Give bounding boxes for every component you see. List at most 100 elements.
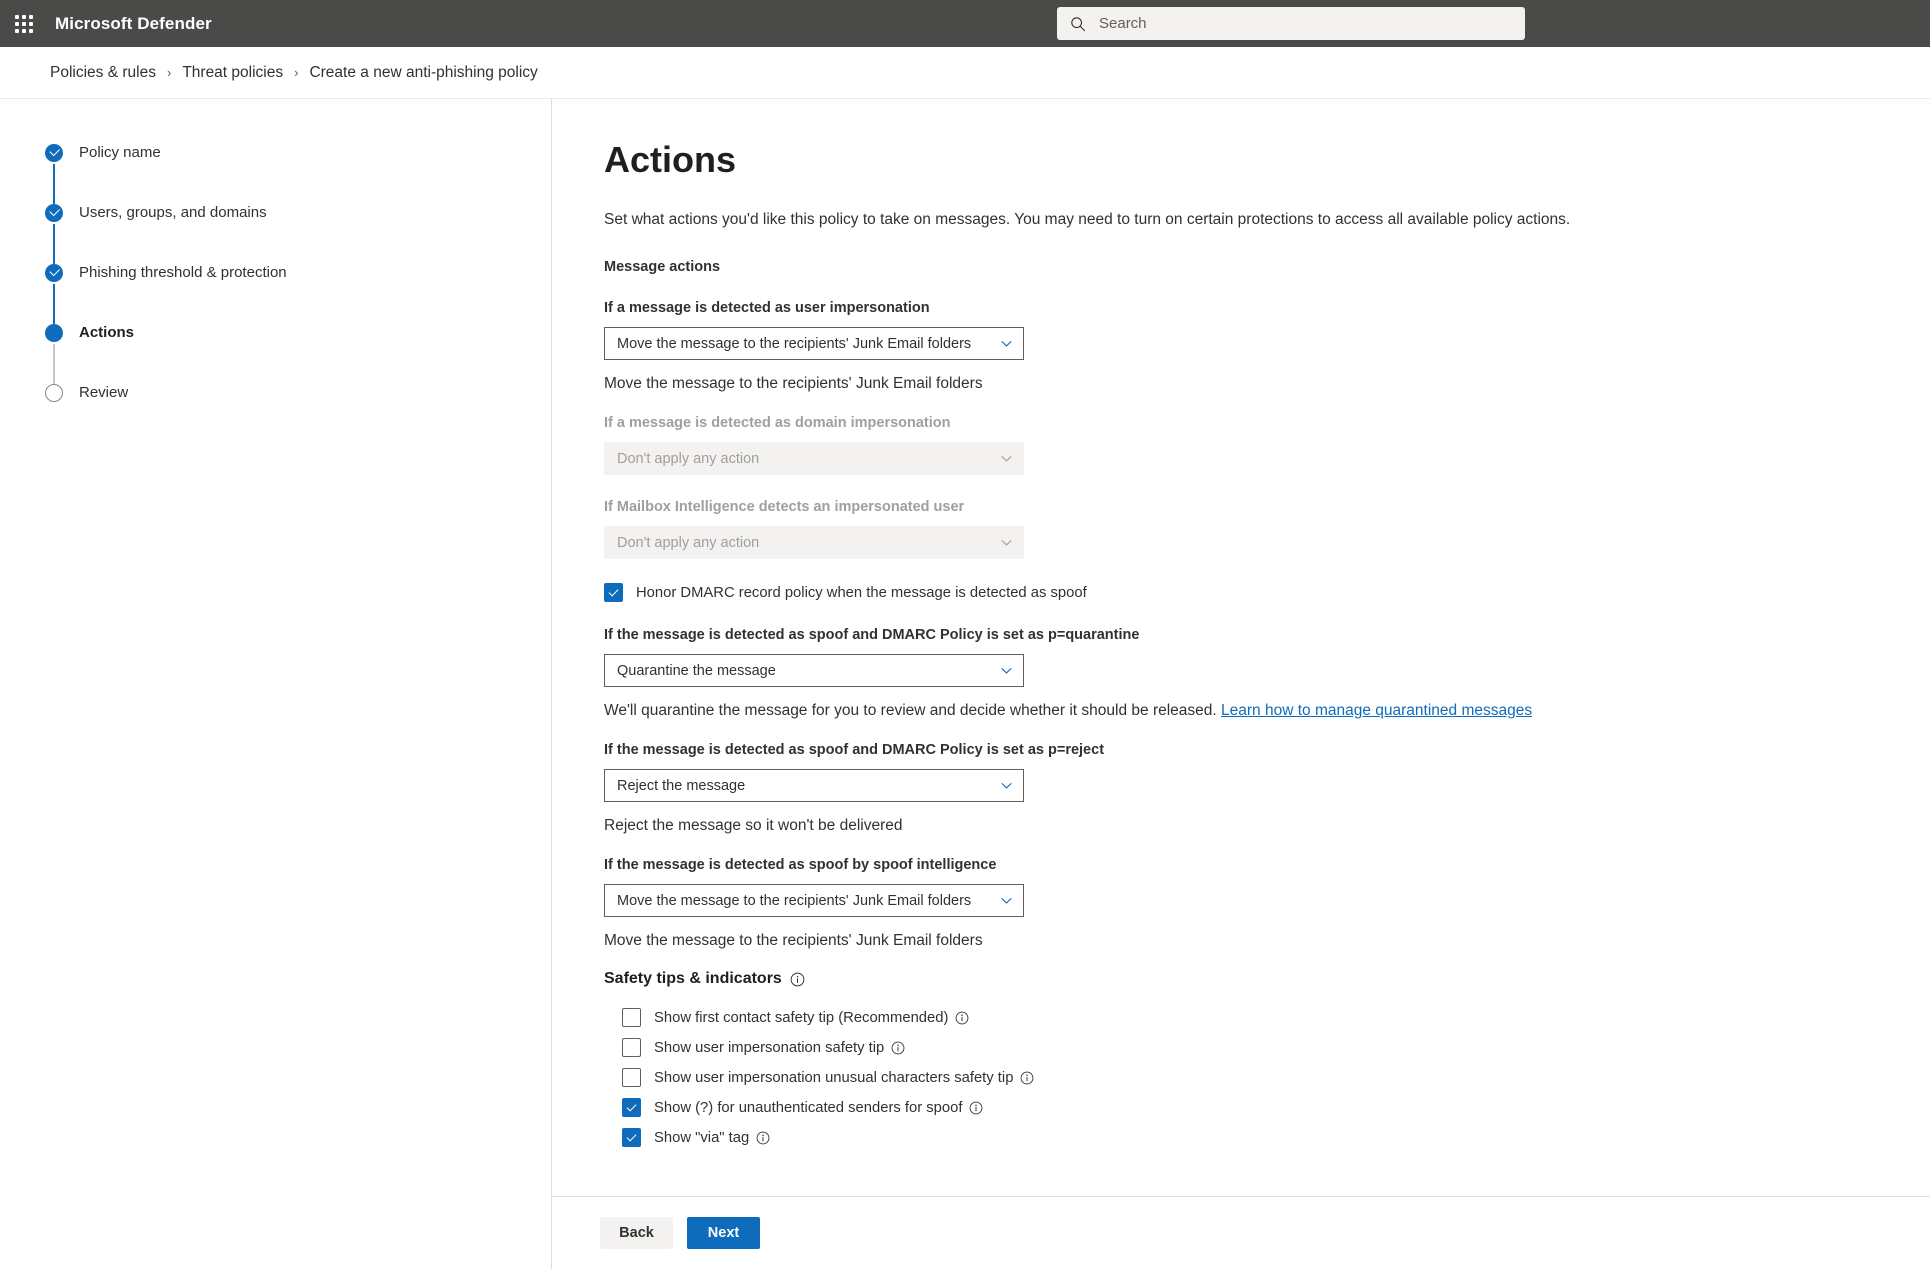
wizard-step-label: Actions [79,324,135,341]
safety-tip-via-tag-checkbox[interactable] [622,1128,641,1147]
field-label: If a message is detected as user imperso… [604,300,930,316]
safety-tip-unauthenticated-senders-checkbox[interactable] [622,1098,641,1117]
safety-tip-via-tag-row[interactable]: Show "via" tag [622,1128,1930,1147]
info-icon[interactable] [1020,1071,1034,1085]
domain-impersonation-dropdown: Don't apply any action [604,442,1024,475]
page-title: Actions [604,139,737,180]
user-impersonation-hint: Move the message to the recipients' Junk… [604,375,983,392]
safety-tip-first-contact-checkbox[interactable] [622,1008,641,1027]
breadcrumb-item-threat-policies[interactable]: Threat policies [182,64,283,82]
field-dmarc-reject: If the message is detected as spoof and … [604,740,1930,837]
safety-tip-user-impersonation-row[interactable]: Show user impersonation safety tip [622,1038,1930,1057]
safety-tips-heading-label: Safety tips & indicators [604,970,782,987]
search-input[interactable] [1097,14,1513,33]
breadcrumb: Policies & rules › Threat policies › Cre… [0,47,1930,99]
spoof-intelligence-dropdown[interactable]: Move the message to the recipients' Junk… [604,884,1024,917]
dropdown-value: Don't apply any action [617,450,760,467]
wizard-step-users-groups-domains[interactable]: Users, groups, and domains [45,204,551,264]
info-icon[interactable] [891,1041,905,1055]
safety-tips-heading: Safety tips & indicators [604,970,1930,988]
step-connector [53,344,55,384]
step-complete-icon [45,264,63,282]
breadcrumb-item-policies-rules[interactable]: Policies & rules [50,64,156,82]
step-connector [53,164,55,204]
info-icon[interactable] [955,1011,969,1025]
page-description: Set what actions you'd like this policy … [604,211,1571,228]
info-icon[interactable] [790,972,805,987]
field-label: If the message is detected as spoof and … [604,742,1105,758]
app-launcher-button[interactable] [0,0,47,47]
info-icon[interactable] [756,1131,770,1145]
dropdown-value: Quarantine the message [617,662,776,679]
breadcrumb-item-current: Create a new anti-phishing policy [309,63,538,81]
step-complete-icon [45,204,63,222]
main-content: Actions Set what actions you'd like this… [552,99,1930,1269]
wizard-footer: Back Next [552,1196,1930,1269]
dropdown-value: Reject the message [617,777,746,794]
step-current-icon [45,324,63,342]
page-body: Policy name Users, groups, and domains P… [0,99,1930,1269]
dmarc-quarantine-dropdown[interactable]: Quarantine the message [604,654,1024,687]
manage-quarantined-messages-link[interactable]: Learn how to manage quarantined messages [1221,702,1532,719]
safety-tip-unauthenticated-senders-row[interactable]: Show (?) for unauthenticated senders for… [622,1098,1930,1117]
chevron-down-icon [1001,341,1012,347]
wizard-step-policy-name[interactable]: Policy name [45,144,551,204]
safety-tip-unusual-characters-row[interactable]: Show user impersonation unusual characte… [622,1068,1930,1087]
field-domain-impersonation: If a message is detected as domain imper… [604,413,1930,475]
message-actions-section-label: Message actions [604,259,721,275]
safety-tips-list: Show first contact safety tip (Recommend… [622,1008,1930,1147]
info-icon[interactable] [969,1101,983,1115]
field-dmarc-quarantine: If the message is detected as spoof and … [604,625,1930,722]
field-user-impersonation: If a message is detected as user imperso… [604,298,1930,395]
global-search[interactable] [1057,7,1525,40]
spoof-intelligence-hint: Move the message to the recipients' Junk… [604,932,983,949]
breadcrumb-separator-icon: › [294,65,299,80]
dmarc-quarantine-hint-text: We'll quarantine the message for you to … [604,702,1222,719]
dropdown-value: Move the message to the recipients' Junk… [617,892,972,909]
wizard-step-label: Policy name [79,144,161,161]
dmarc-reject-hint: Reject the message so it won't be delive… [604,817,903,834]
step-pending-icon [45,384,63,402]
field-mailbox-intelligence: If Mailbox Intelligence detects an imper… [604,497,1930,559]
wizard-step-actions[interactable]: Actions [45,324,551,384]
wizard-step-phishing-threshold-protection[interactable]: Phishing threshold & protection [45,264,551,324]
wizard-step-label: Review [79,384,129,401]
safety-tip-first-contact-row[interactable]: Show first contact safety tip (Recommend… [622,1008,1930,1027]
step-complete-icon [45,144,63,162]
dropdown-value: Move the message to the recipients' Junk… [617,335,972,352]
mailbox-intelligence-dropdown: Don't apply any action [604,526,1024,559]
next-button[interactable]: Next [687,1217,760,1249]
step-connector [53,224,55,264]
field-spoof-intelligence: If the message is detected as spoof by s… [604,855,1930,952]
chevron-down-icon [1001,540,1012,546]
field-label: If the message is detected as spoof and … [604,627,1140,643]
wizard-step-label: Users, groups, and domains [79,204,267,221]
field-label: If a message is detected as domain imper… [604,415,951,431]
safety-tip-label: Show first contact safety tip (Recommend… [654,1009,949,1026]
wizard-step-review[interactable]: Review [45,384,551,444]
search-icon [1071,16,1086,31]
honor-dmarc-checkbox[interactable] [604,583,623,602]
chevron-down-icon [1001,668,1012,674]
dropdown-value: Don't apply any action [617,534,760,551]
step-connector [53,284,55,324]
honor-dmarc-checkbox-row[interactable]: Honor DMARC record policy when the messa… [604,583,1930,602]
dmarc-quarantine-hint: We'll quarantine the message for you to … [604,700,1930,722]
chevron-down-icon [1001,898,1012,904]
wizard-rail: Policy name Users, groups, and domains P… [0,99,552,1269]
field-label: If the message is detected as spoof by s… [604,857,997,873]
chevron-down-icon [1001,783,1012,789]
suite-title: Microsoft Defender [55,13,212,33]
safety-tip-user-impersonation-checkbox[interactable] [622,1038,641,1057]
breadcrumb-separator-icon: › [166,65,172,80]
safety-tip-label: Show "via" tag [654,1129,750,1146]
back-button[interactable]: Back [600,1217,673,1249]
waffle-icon [14,14,33,33]
honor-dmarc-label: Honor DMARC record policy when the messa… [636,584,1087,601]
safety-tip-label: Show (?) for unauthenticated senders for… [654,1099,963,1116]
safety-tip-unusual-characters-checkbox[interactable] [622,1068,641,1087]
user-impersonation-dropdown[interactable]: Move the message to the recipients' Junk… [604,327,1024,360]
dmarc-reject-dropdown[interactable]: Reject the message [604,769,1024,802]
suite-header: Microsoft Defender [0,0,1930,47]
field-label: If Mailbox Intelligence detects an imper… [604,499,965,515]
